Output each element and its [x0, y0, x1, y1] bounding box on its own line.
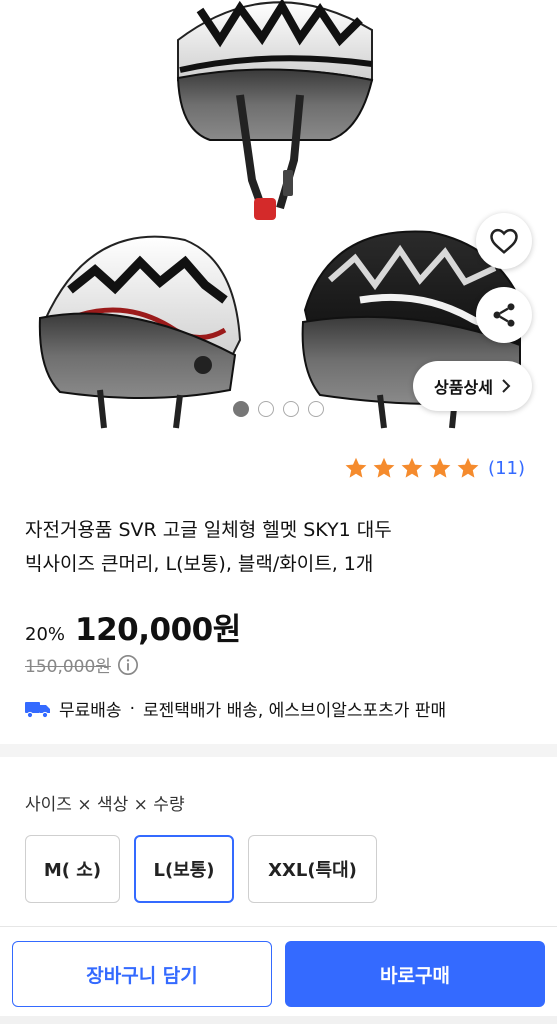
discount-rate: 20% — [25, 624, 66, 645]
free-shipping-label: 무료배송 — [59, 701, 122, 721]
like-button[interactable] — [476, 213, 532, 269]
delivery-truck-icon — [25, 701, 50, 718]
option-label: 사이즈 × 색상 × 수량 — [25, 795, 185, 815]
helmet-white-top — [176, 0, 374, 220]
original-price: 150,000원 — [25, 657, 111, 677]
share-icon — [493, 303, 515, 327]
helmet-white-left — [38, 235, 242, 429]
star-icon — [373, 457, 395, 478]
shipping-info: 무료배송 · 로젠택배가 배송, 에스브이알스포츠가 판매 — [25, 696, 446, 721]
product-title: 자전거용품 SVR 고글 일체형 헬멧 SKY1 대두 빅사이즈 큰머리, L(… — [25, 513, 525, 581]
option-size-xxl[interactable]: XXL(특대) — [248, 835, 377, 903]
bottom-action-bar: 장바구니 담기 바로구매 — [0, 926, 557, 1024]
option-size-m[interactable]: M( 소) — [25, 835, 120, 903]
star-icon — [345, 457, 367, 478]
info-icon[interactable] — [117, 654, 139, 676]
product-title-line: 자전거용품 SVR 고글 일체형 헬멧 SKY1 대두 — [25, 519, 392, 541]
gallery-dot[interactable] — [258, 401, 274, 417]
product-detail-label: 상품상세 — [434, 378, 493, 397]
add-to-cart-button[interactable]: 장바구니 담기 — [12, 941, 272, 1007]
share-button[interactable] — [476, 287, 532, 343]
star-icon — [457, 457, 479, 478]
gallery-dot[interactable] — [308, 401, 324, 417]
heart-icon — [490, 228, 518, 254]
star-icon — [401, 457, 423, 478]
product-page: 상품상세 (11) 자전거용품 SVR 고글 일체형 헬멧 SKY1 대두 빅사… — [0, 0, 557, 1024]
shipping-detail: 로젠택배가 배송, 에스브이알스포츠가 판매 — [142, 701, 447, 721]
gallery-dot[interactable] — [283, 401, 299, 417]
product-image-gallery[interactable]: 상품상세 — [0, 0, 557, 432]
original-price-row: 150,000원 — [25, 652, 139, 677]
product-title-line: 빅사이즈 큰머리, L(보통), 블랙/화이트, 1개 — [25, 553, 374, 575]
price-row: 20% 120,000원 — [25, 604, 241, 649]
section-divider — [0, 744, 557, 757]
chevron-right-icon — [502, 379, 511, 393]
shipping-separator: · — [129, 698, 135, 719]
buy-now-button[interactable]: 바로구매 — [285, 941, 545, 1007]
review-count-link[interactable]: (11) — [488, 458, 525, 479]
option-selector: M( 소) L(보통) XXL(특대) — [25, 835, 377, 903]
bottom-strip — [0, 1016, 557, 1024]
option-size-l[interactable]: L(보통) — [134, 835, 234, 903]
rating-summary[interactable]: (11) — [344, 456, 525, 480]
star-icon — [429, 457, 451, 478]
gallery-pagination[interactable] — [233, 401, 324, 417]
product-detail-button[interactable]: 상품상세 — [413, 361, 532, 411]
gallery-dot[interactable] — [233, 401, 249, 417]
sale-price: 120,000원 — [75, 612, 241, 648]
